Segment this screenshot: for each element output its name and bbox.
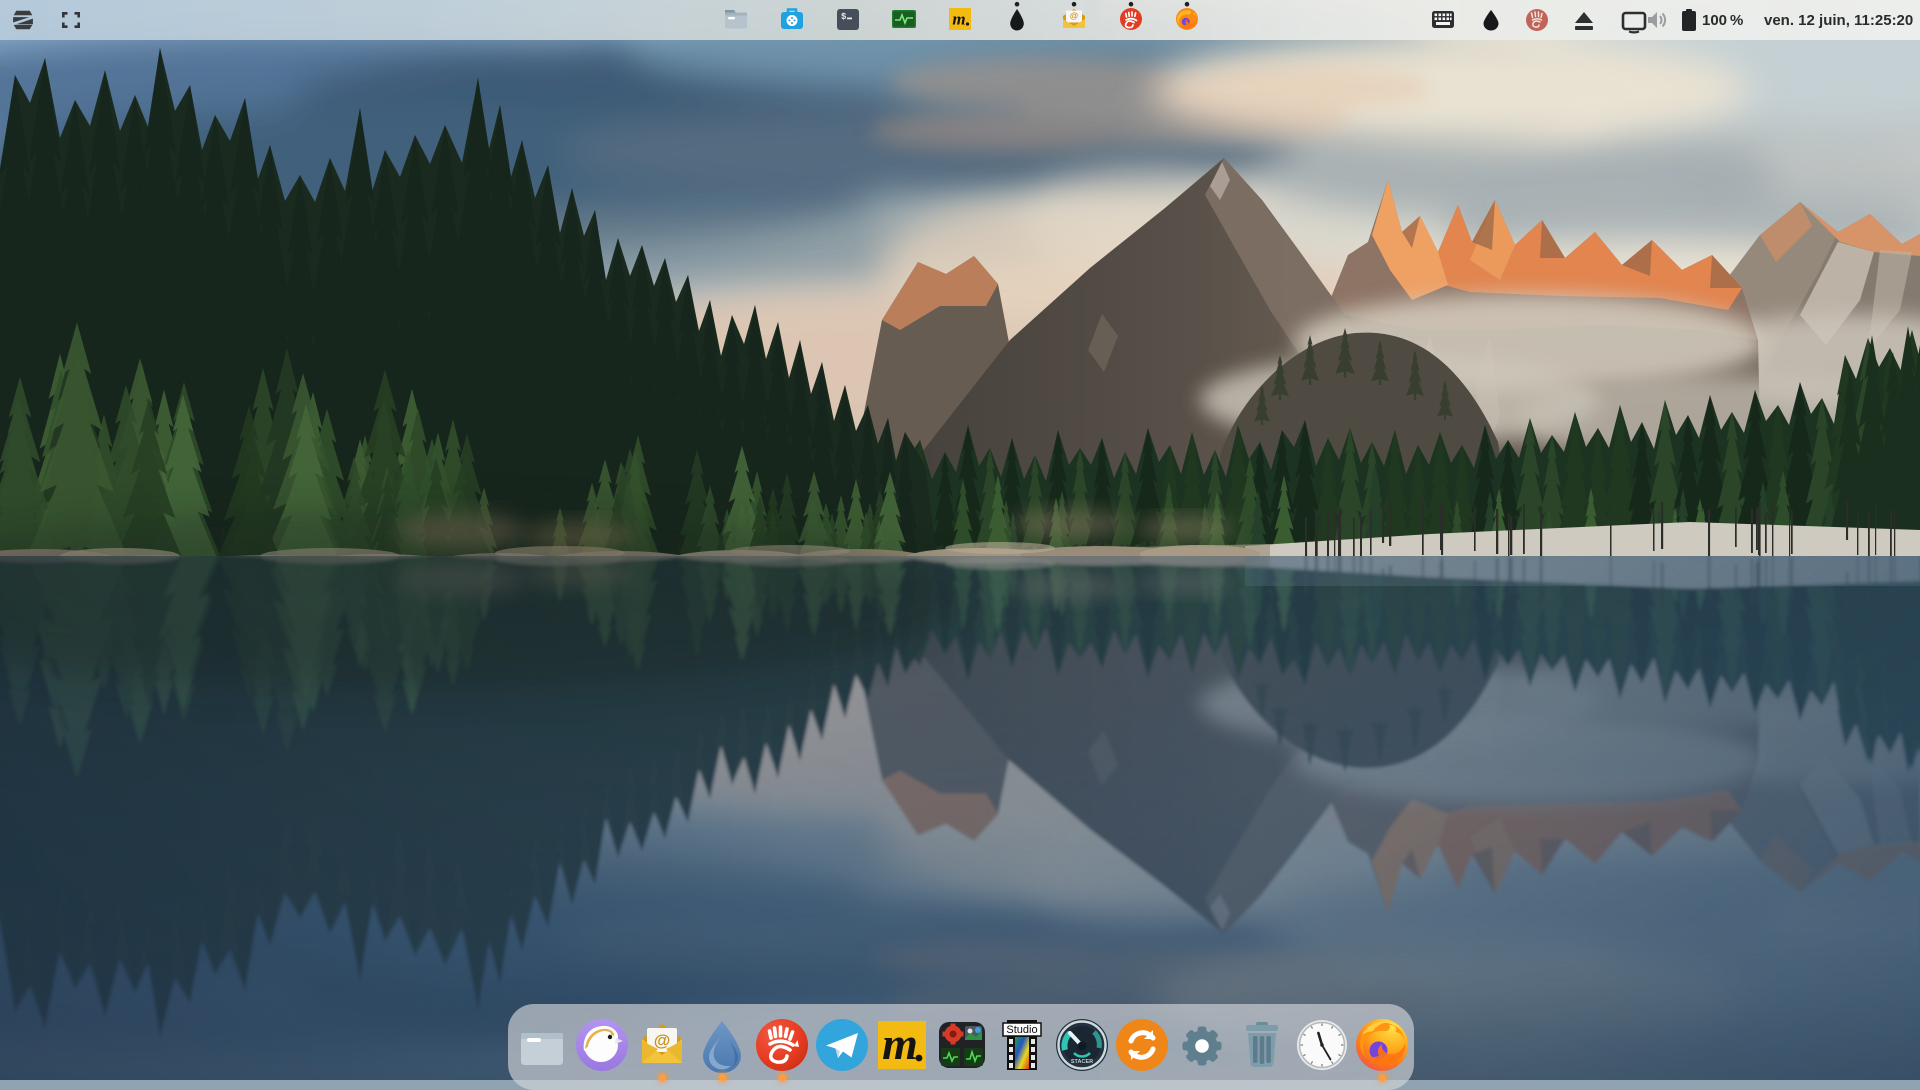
svg-text:STACER: STACER xyxy=(1071,1059,1093,1065)
svg-text:m: m xyxy=(882,1018,918,1069)
svg-text:@: @ xyxy=(1070,11,1078,21)
svg-text:@: @ xyxy=(654,1031,671,1050)
svg-text:m: m xyxy=(952,10,965,29)
svg-text:Studio: Studio xyxy=(1006,1024,1037,1036)
svg-text:$: $ xyxy=(841,12,847,22)
